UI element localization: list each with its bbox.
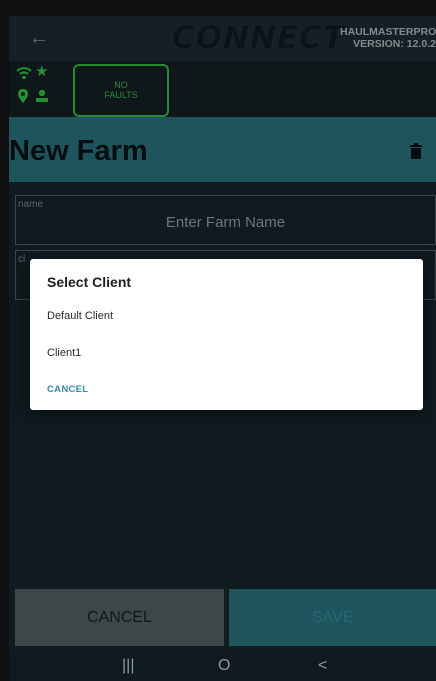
- home-icon[interactable]: O: [218, 657, 230, 675]
- dialog-cancel-button[interactable]: CANCEL: [47, 384, 88, 395]
- client-option-default[interactable]: Default Client: [47, 310, 113, 322]
- app-screen: ← CONNECT HAULMASTERPRO VERSION: 12.0.2 …: [9, 16, 436, 681]
- client-option-client1[interactable]: Client1: [47, 347, 81, 359]
- nav-back-icon[interactable]: <: [318, 657, 327, 675]
- select-client-dialog: Select Client Default Client Client1 CAN…: [30, 259, 423, 410]
- android-nav-bar: ||| O <: [9, 651, 436, 681]
- dialog-title: Select Client: [47, 274, 132, 290]
- recents-icon[interactable]: |||: [122, 657, 134, 675]
- device-frame: ← CONNECT HAULMASTERPRO VERSION: 12.0.2 …: [0, 0, 436, 681]
